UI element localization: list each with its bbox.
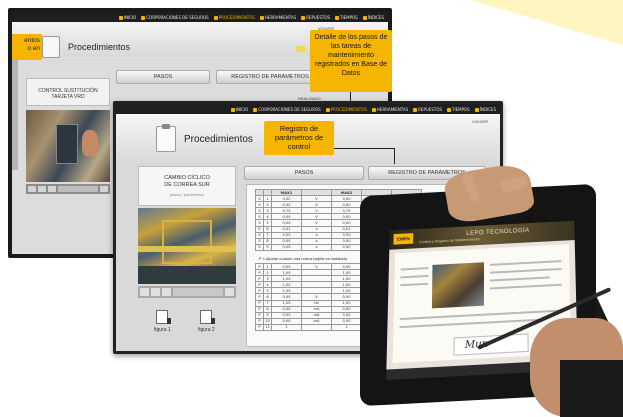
electrical-panel — [56, 124, 78, 164]
callout-steps-detail: Detalle de los pasos de las tareas de ma… — [310, 30, 392, 92]
table-cell: S — [255, 243, 264, 251]
machine-frame — [162, 220, 212, 264]
nav-item-0[interactable]: INICIO — [230, 107, 248, 112]
nav-item-4[interactable]: REPUESTOS — [301, 15, 330, 20]
document-icon — [156, 310, 172, 324]
back-tab-registro[interactable]: REGISTRO DE PARÁMETROS — [216, 70, 324, 84]
table-cell: 1 — [331, 323, 362, 332]
nav-item-2[interactable]: PROCEDIMIENTOS — [325, 107, 367, 112]
nav-item-0[interactable]: INICIO — [118, 15, 136, 20]
nav-icon — [213, 15, 218, 20]
nav-item-1[interactable]: CORPORACIONES DE SEGUROS — [141, 15, 209, 20]
nav-item-1[interactable]: CORPORACIONES DE SEGUROS — [253, 107, 321, 112]
nav-item-2[interactable]: PROCEDIMIENTOS — [213, 15, 255, 20]
media-progress-track[interactable] — [58, 186, 98, 192]
tablet-photo — [431, 262, 485, 309]
back-procedure-card[interactable]: CONTROL SUSTITUCIÓN TARJETA VRD — [26, 78, 110, 106]
figure-2-link[interactable]: figura 2 — [198, 310, 216, 333]
nav-icon — [474, 107, 479, 112]
figure-1-label: figura 1 — [154, 327, 171, 333]
prev-button[interactable] — [140, 288, 149, 296]
nav-item-5[interactable]: TIEMPOS — [335, 15, 358, 20]
nav-icon — [301, 15, 306, 20]
table-cell: 0,00 — [331, 243, 362, 251]
machine-beam — [138, 246, 236, 252]
back-sidebar-strip — [12, 60, 18, 170]
nav-icon — [362, 15, 367, 20]
back-nav-bar: INICIO CORPORACIONES DE SEGUROS PROCEDIMIE… — [12, 12, 388, 22]
prev-button[interactable] — [28, 186, 36, 192]
callout-arrow — [334, 148, 394, 149]
front-page-title: Procedimientos — [184, 134, 253, 145]
back-media-controls — [26, 184, 110, 194]
play-button[interactable] — [38, 186, 46, 192]
front-tab-pasos[interactable]: PASOS — [244, 166, 364, 180]
media-progress-track[interactable] — [173, 288, 223, 296]
nav-icon — [118, 15, 123, 20]
figure-2-label: figura 2 — [198, 327, 215, 333]
clipboard-icon — [42, 36, 60, 58]
nav-icon — [141, 15, 146, 20]
background-yellow-shape — [470, 0, 623, 45]
front-nav-bar: INICIO CORPORACIONES DE SEGUROS PROCEDIMIE… — [116, 104, 500, 114]
volver-link[interactable]: VOLVER — [472, 119, 488, 124]
callout-arrow — [394, 148, 395, 164]
front-media-controls — [138, 286, 236, 298]
play-button[interactable] — [151, 288, 160, 296]
nav-item-5[interactable]: TIEMPOS — [447, 107, 470, 112]
hand — [82, 130, 98, 156]
figure-1-link[interactable]: figura 1 — [154, 310, 172, 333]
nav-icon — [325, 107, 330, 112]
card-title: CAMBIO CÍCLICO DE CORREA SUR — [164, 175, 210, 188]
nav-icon — [413, 107, 418, 112]
table-cell: 1 — [271, 323, 302, 332]
clipboard-icon — [156, 124, 176, 152]
nav-icon — [230, 107, 235, 112]
nav-item-3[interactable]: HERRAMIENTAS — [371, 107, 408, 112]
front-procedure-card[interactable]: CAMBIO CÍCLICO DE CORREA SUR pasos / par… — [138, 166, 236, 206]
table-cell: P — [255, 323, 264, 332]
table-note: P 1 Ajustar cuando una nueva tarjeta es … — [259, 256, 347, 261]
card-subtitle: pasos / parámetros — [169, 192, 205, 197]
table-cell: 9 — [263, 243, 272, 251]
folder-icon[interactable] — [296, 46, 305, 52]
nav-item-6[interactable]: ÍNDICES — [474, 107, 496, 112]
machine-floor — [138, 266, 236, 284]
nav-icon — [259, 15, 264, 20]
nav-item-4[interactable]: REPUESTOS — [413, 107, 442, 112]
table-cell — [301, 323, 332, 332]
tablet-logo: EMEN — [393, 233, 414, 245]
next-button[interactable] — [162, 288, 171, 296]
callout-arrow — [350, 92, 351, 102]
end-button[interactable] — [225, 288, 234, 296]
nav-icon — [447, 107, 451, 112]
nav-icon — [335, 15, 339, 20]
table-cell: s — [301, 243, 332, 251]
sleeve — [560, 360, 623, 417]
nav-icon — [371, 107, 376, 112]
back-page-title: Procedimientos — [68, 42, 131, 52]
tablet-subtitle: Control y Registro de Mantenimiento — [418, 237, 480, 245]
nav-item-3[interactable]: HERRAMIENTAS — [259, 15, 296, 20]
cut-callout: entos o en — [12, 34, 42, 60]
table-cell: 0,00 — [271, 243, 302, 251]
end-button[interactable] — [100, 186, 108, 192]
back-tab-pasos[interactable]: PASOS — [116, 70, 210, 84]
nav-icon — [253, 107, 258, 112]
tablet-title: LEPO TECNOLOGÍA — [466, 227, 530, 238]
signature-field[interactable]: Mun — [453, 333, 529, 356]
callout-parameters: Registro de parámetros de control — [264, 121, 334, 155]
front-procedure-photo — [138, 208, 236, 284]
next-button[interactable] — [48, 186, 56, 192]
table-cell: 11 — [263, 323, 272, 332]
document-icon — [200, 310, 216, 324]
nav-item-6[interactable]: ÍNDICES — [362, 15, 384, 20]
back-procedure-photo — [26, 110, 110, 182]
